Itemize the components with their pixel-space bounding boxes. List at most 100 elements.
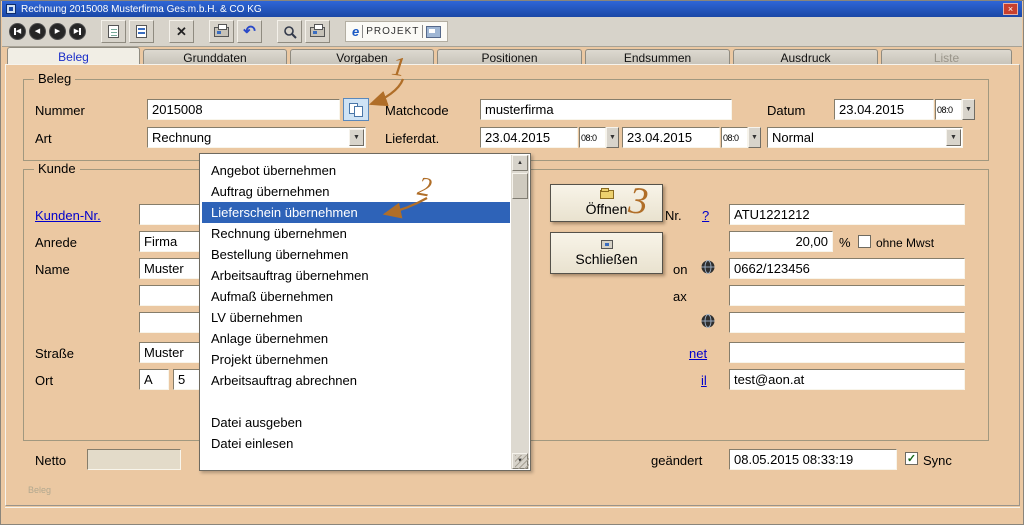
sync-label: Sync [923,453,952,468]
popup-item-datei-ausgeben[interactable]: Datei ausgeben [202,412,510,433]
oeffnen-button[interactable]: Öffnen [550,184,663,222]
popup-item-datei-einlesen[interactable]: Datei einlesen [202,433,510,454]
popup-item-projekt[interactable]: Projekt übernehmen [202,349,510,370]
popup-item-aufmass[interactable]: Aufmaß übernehmen [202,286,510,307]
popup-item-anlage[interactable]: Anlage übernehmen [202,328,510,349]
sync-checkbox[interactable]: ✓ [905,452,918,465]
edit-document-icon [136,25,147,38]
chevron-down-icon: ▼ [965,106,972,113]
lieferdat-input-1[interactable]: 23.04.2015 [480,127,578,148]
copy-icon [354,106,363,117]
netto-input [87,449,181,470]
mobil-input[interactable] [729,312,965,333]
close-window-button[interactable]: × [1003,3,1018,15]
popup-item-arbeitsauftrag[interactable]: Arbeitsauftrag übernehmen [202,265,510,286]
tab-beleg[interactable]: Beleg [7,47,140,65]
typ-value: Normal [772,130,814,145]
globe-icon [701,260,715,274]
scroll-up-icon: ▲ [517,160,523,166]
chevron-down-icon: ▼ [751,134,758,141]
print-preview-button[interactable] [305,20,330,43]
kundennr-link[interactable]: Kunden-Nr. [35,208,101,223]
nav-prev-button[interactable]: ◀ [29,23,46,40]
lieferdat-input-2[interactable]: 23.04.2015 [622,127,720,148]
popup-item-bestellung[interactable]: Bestellung übernehmen [202,244,510,265]
email-input[interactable]: test@aon.at [729,369,965,390]
popup-item-lieferschein[interactable]: Lieferschein übernehmen [202,202,510,223]
lieferdat-dropdown-2[interactable]: ▼ [748,127,761,148]
printer-icon [310,27,325,37]
uid-help-link[interactable]: ? [702,208,709,223]
check-icon: ✓ [907,452,916,465]
geaendert-input: 08.05.2015 08:33:19 [729,449,897,470]
telefon-label: on [673,262,687,277]
close-icon [601,240,613,249]
art-label: Art [35,131,52,146]
art-combobox[interactable]: Rechnung ▼ [147,127,366,148]
popup-item-lv[interactable]: LV übernehmen [202,307,510,328]
oeffnen-button-label: Öffnen [586,201,628,217]
telefon-input[interactable]: 0662/123456 [729,258,965,279]
nav-first-button[interactable]: ◀ [9,23,26,40]
lieferdat-time-input-2[interactable]: 08:0 [721,127,748,148]
print-button[interactable] [209,20,234,43]
undo-button[interactable]: ↶ [237,20,262,43]
lieferdat-time-input-1[interactable]: 08:0 [579,127,606,148]
matchcode-label: Matchcode [385,103,449,118]
mwst-input[interactable]: 20,00 [729,231,833,252]
datum-dropdown-button[interactable]: ▼ [962,99,975,120]
undo-icon: ↶ [243,25,256,39]
popup-item-angebot[interactable]: Angebot übernehmen [202,160,510,181]
nav-next-button[interactable]: ▶ [49,23,66,40]
resize-grip[interactable] [515,455,529,469]
uid-input[interactable]: ATU1221212 [729,204,965,225]
toolbar-separator [197,31,206,32]
edit-document-button[interactable] [129,20,154,43]
delete-icon: ✕ [176,24,187,40]
popup-item-abrechnen[interactable]: Arbeitsauftrag abrechnen [202,370,510,391]
ohne-mwst-checkbox[interactable] [858,235,871,248]
email-link[interactable]: il [701,373,707,388]
popup-item-rechnung[interactable]: Rechnung übernehmen [202,223,510,244]
internet-input[interactable] [729,342,965,363]
telefax-input[interactable] [729,285,965,306]
tab-positionen[interactable]: Positionen [437,49,582,65]
tab-vorgaben[interactable]: Vorgaben [290,49,434,65]
toolbar-separator [89,31,98,32]
nav-last-button[interactable]: ▶ [69,23,86,40]
typ-combobox[interactable]: Normal ▼ [767,127,963,148]
beleg-legend: Beleg [34,71,75,86]
chevron-down-icon: ▼ [950,134,957,141]
datum-time-input[interactable]: 08:0 [935,99,962,120]
tab-endsummen[interactable]: Endsummen [585,49,730,65]
art-dropdown-button[interactable]: ▼ [349,129,364,146]
scroll-up-button[interactable]: ▲ [512,155,528,171]
land-input[interactable]: A [139,369,169,390]
ort-label: Ort [35,373,53,388]
matchcode-input[interactable]: musterfirma [480,99,732,120]
tab-ausdruck[interactable]: Ausdruck [733,49,878,65]
tab-liste: Liste [881,49,1012,65]
brand-name: PROJEKT [366,26,419,37]
lieferdat-dropdown-1[interactable]: ▼ [606,127,619,148]
toolbar-separator [157,31,166,32]
popup-item-auftrag[interactable]: Auftrag übernehmen [202,181,510,202]
geaendert-label: geändert [651,453,702,468]
delete-button[interactable]: ✕ [169,20,194,43]
nummer-input[interactable]: 2015008 [147,99,340,120]
nav-first-icon: ◀ [16,28,21,35]
datum-input[interactable]: 23.04.2015 [834,99,934,120]
new-document-button[interactable] [101,20,126,43]
scroll-thumb[interactable] [512,173,528,199]
schliessen-button[interactable]: Schließen [550,232,663,274]
nummer-label: Nummer [35,103,85,118]
telefax-label: ax [673,289,687,304]
mwst-percent-label: % [839,235,851,250]
internet-link[interactable]: net [689,346,707,361]
popup-scrollbar[interactable]: ▲ ▼ [511,155,529,469]
uebernehmen-menu-button[interactable] [343,98,369,121]
search-button[interactable] [277,20,302,43]
typ-dropdown-button[interactable]: ▼ [946,129,961,146]
tab-grunddaten[interactable]: Grunddaten [143,49,287,65]
name-label: Name [35,262,70,277]
